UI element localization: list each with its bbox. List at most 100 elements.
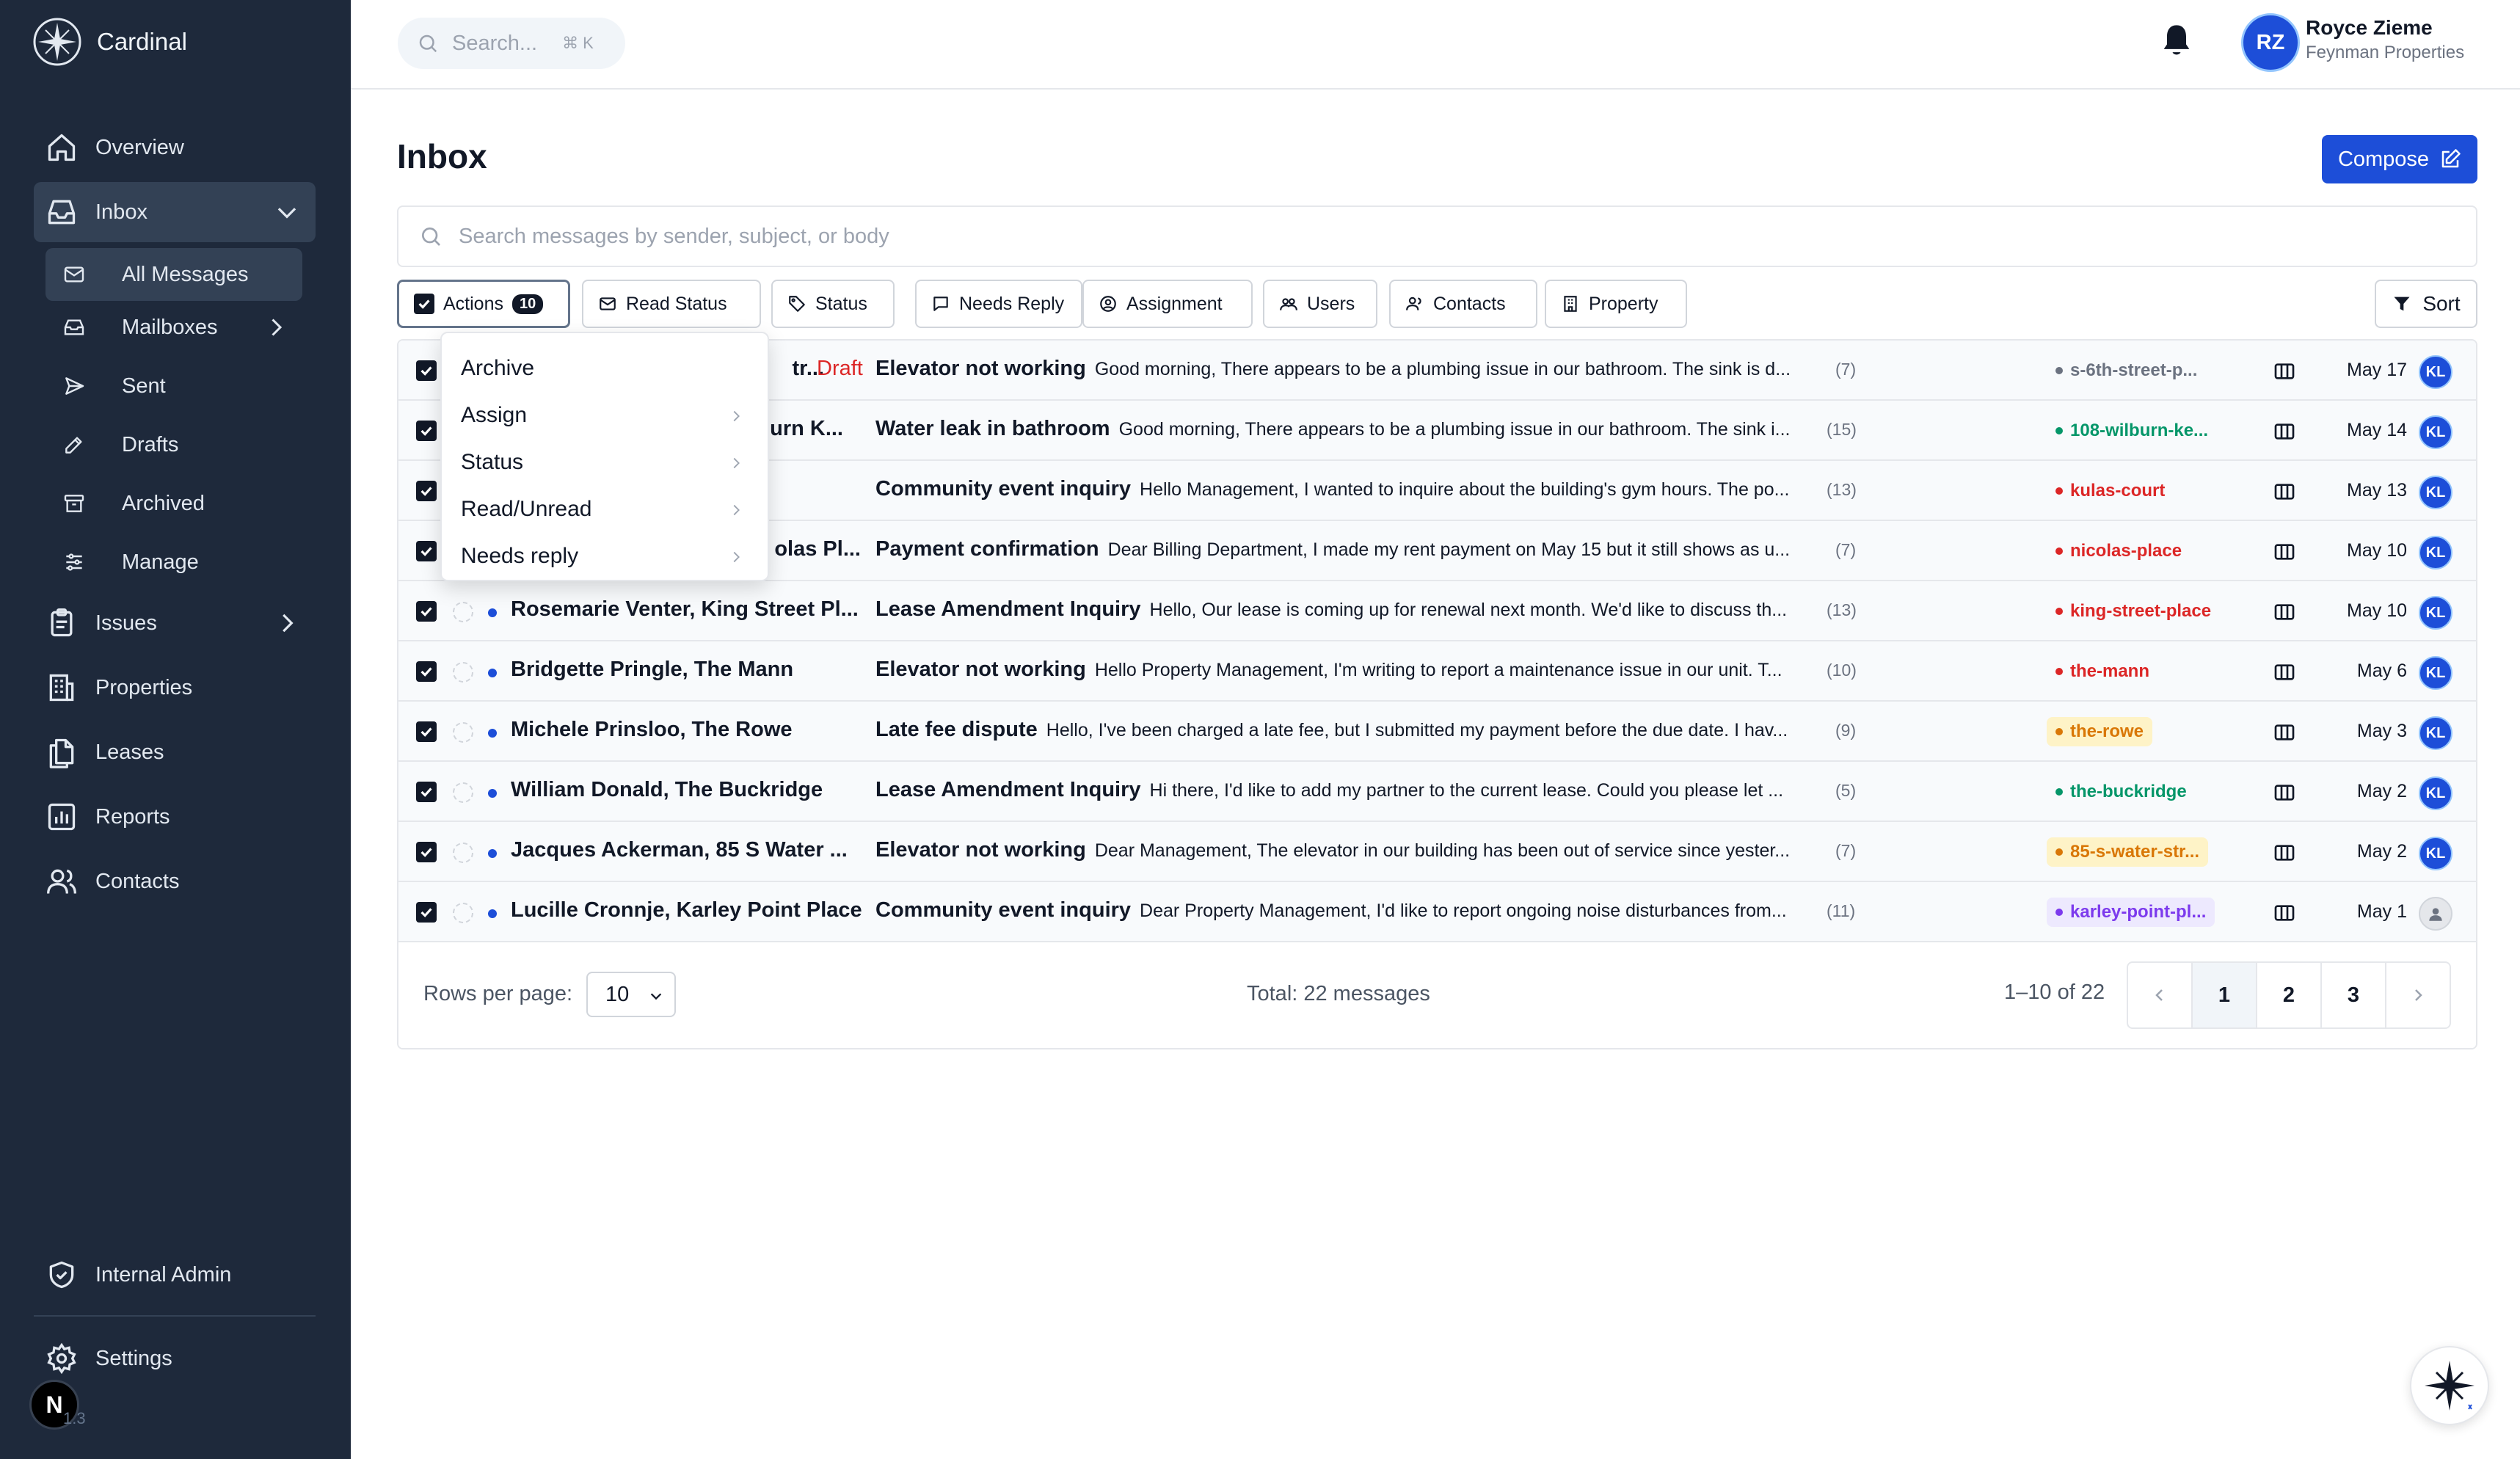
contacts-filter[interactable]: Contacts — [1389, 280, 1537, 328]
page-button-1[interactable]: 1 — [2191, 961, 2257, 1029]
property-filter[interactable]: Property — [1545, 280, 1687, 328]
columns-icon[interactable] — [2273, 661, 2296, 684]
sidebar-item-properties[interactable]: Properties — [34, 658, 316, 718]
brand[interactable]: Cardinal — [32, 16, 187, 68]
status-ring[interactable] — [453, 782, 473, 803]
row-checkbox[interactable] — [416, 661, 437, 682]
status-filter[interactable]: Status — [771, 280, 895, 328]
row-checkbox[interactable] — [416, 541, 437, 561]
previous-page-button[interactable] — [2127, 961, 2193, 1029]
assignee-avatar[interactable]: KL — [2419, 536, 2452, 570]
status-ring[interactable] — [453, 602, 473, 622]
chevron-right-icon[interactable] — [263, 314, 289, 341]
assignee-avatar[interactable]: KL — [2419, 837, 2452, 870]
sidebar-subitem-mailboxes[interactable]: Mailboxes — [45, 301, 302, 354]
table-row[interactable]: William Donald, The Buckridge Lease Amend… — [398, 762, 2476, 822]
assignee-avatar[interactable] — [2419, 897, 2452, 931]
row-checkbox[interactable] — [416, 360, 437, 381]
message-search-input[interactable] — [459, 224, 2367, 249]
columns-icon[interactable] — [2273, 360, 2296, 383]
row-checkbox[interactable] — [416, 601, 437, 622]
property-tag[interactable]: nicolas-place — [2047, 536, 2191, 566]
menu-item-needs-reply[interactable]: Needs reply — [446, 533, 763, 580]
bell-icon[interactable] — [2157, 22, 2196, 60]
global-search[interactable]: Search... ⌘ K — [398, 18, 625, 69]
select-all-checkbox[interactable] — [414, 294, 434, 314]
sort-button[interactable]: Sort — [2375, 280, 2477, 328]
read-status-filter[interactable]: Read Status — [582, 280, 761, 328]
sidebar-item-inbox[interactable]: Inbox — [34, 182, 316, 242]
menu-item-status[interactable]: Status — [446, 439, 763, 486]
status-ring[interactable] — [453, 903, 473, 923]
sidebar-subitem-sent[interactable]: Sent — [45, 360, 302, 412]
sidebar-subitem-archived[interactable]: Archived — [45, 477, 302, 530]
property-tag[interactable]: kulas-court — [2047, 476, 2174, 506]
assignee-avatar[interactable]: KL — [2419, 355, 2452, 389]
tag-color-dot — [2055, 608, 2063, 615]
property-tag[interactable]: karley-point-pl... — [2047, 898, 2215, 927]
row-checkbox[interactable] — [416, 842, 437, 862]
sidebar-item-overview[interactable]: Overview — [34, 117, 316, 178]
assignee-avatar[interactable]: KL — [2419, 776, 2452, 810]
menu-item-assign[interactable]: Assign — [446, 392, 763, 439]
property-tag[interactable]: 85-s-water-str... — [2047, 837, 2209, 867]
chevron-down-icon[interactable] — [273, 198, 301, 226]
actions-button[interactable]: Actions 10 — [397, 280, 570, 328]
assignee-avatar[interactable]: KL — [2419, 476, 2452, 509]
columns-icon[interactable] — [2273, 600, 2296, 624]
assignee-avatar[interactable]: KL — [2419, 656, 2452, 690]
property-tag[interactable]: the-mann — [2047, 657, 2158, 686]
sidebar-subitem-all-messages[interactable]: All Messages — [45, 248, 302, 301]
user-avatar[interactable]: RZ — [2241, 13, 2300, 72]
status-ring[interactable] — [453, 662, 473, 683]
assignee-avatar[interactable]: KL — [2419, 716, 2452, 750]
chevron-right-icon[interactable] — [273, 609, 301, 637]
next-page-button[interactable] — [2385, 961, 2451, 1029]
property-tag[interactable]: king-street-place — [2047, 597, 2220, 626]
row-checkbox[interactable] — [416, 721, 437, 742]
row-checkbox[interactable] — [416, 902, 437, 923]
row-checkbox[interactable] — [416, 782, 437, 802]
columns-icon[interactable] — [2273, 420, 2296, 443]
page-button-2[interactable]: 2 — [2256, 961, 2322, 1029]
rows-per-page-select[interactable]: 10 — [586, 972, 676, 1017]
sidebar-item-leases[interactable]: Leases — [34, 722, 316, 782]
sidebar-subitem-drafts[interactable]: Drafts — [45, 418, 302, 471]
user-name[interactable]: Royce Zieme — [2306, 16, 2433, 40]
assignee-avatar[interactable]: KL — [2419, 596, 2452, 630]
sidebar-item-contacts[interactable]: Contacts — [34, 851, 316, 912]
status-ring[interactable] — [453, 843, 473, 863]
sidebar-item-issues[interactable]: Issues — [34, 593, 316, 653]
assignment-filter[interactable]: Assignment — [1082, 280, 1253, 328]
page-button-3[interactable]: 3 — [2320, 961, 2386, 1029]
columns-icon[interactable] — [2273, 721, 2296, 744]
table-row[interactable]: Michele Prinsloo, The Rowe Late fee dispu… — [398, 702, 2476, 762]
columns-icon[interactable] — [2273, 781, 2296, 804]
property-tag[interactable]: the-rowe — [2047, 717, 2153, 746]
columns-icon[interactable] — [2273, 540, 2296, 564]
menu-item-archive[interactable]: Archive — [446, 345, 763, 392]
assistant-button[interactable] — [2410, 1346, 2489, 1425]
sidebar-item-reports[interactable]: Reports — [34, 787, 316, 847]
row-checkbox[interactable] — [416, 481, 437, 501]
property-tag[interactable]: s-6th-street-p... — [2047, 356, 2206, 385]
sidebar-item-settings[interactable]: Settings — [34, 1328, 316, 1389]
table-row[interactable]: Jacques Ackerman, 85 S Water ... Elevator… — [398, 822, 2476, 882]
menu-item-read-unread[interactable]: Read/Unread — [446, 486, 763, 533]
property-tag[interactable]: 108-wilburn-ke... — [2047, 416, 2217, 445]
sidebar-subitem-manage[interactable]: Manage — [45, 536, 302, 589]
table-row[interactable]: Lucille Cronnje, Karley Point Place Commu… — [398, 882, 2476, 942]
columns-icon[interactable] — [2273, 841, 2296, 865]
sidebar-item-internal-admin[interactable]: Internal Admin — [34, 1245, 316, 1305]
compose-button[interactable]: Compose — [2322, 135, 2477, 183]
table-row[interactable]: Rosemarie Venter, King Street Pl... Lease… — [398, 581, 2476, 641]
assignee-avatar[interactable]: KL — [2419, 415, 2452, 449]
needs-reply-filter[interactable]: Needs Reply — [915, 280, 1082, 328]
status-ring[interactable] — [453, 722, 473, 743]
property-tag[interactable]: the-buckridge — [2047, 777, 2196, 807]
columns-icon[interactable] — [2273, 480, 2296, 503]
table-row[interactable]: Bridgette Pringle, The Mann Elevator not … — [398, 641, 2476, 702]
columns-icon[interactable] — [2273, 901, 2296, 925]
users-filter[interactable]: Users — [1263, 280, 1377, 328]
row-checkbox[interactable] — [416, 421, 437, 441]
